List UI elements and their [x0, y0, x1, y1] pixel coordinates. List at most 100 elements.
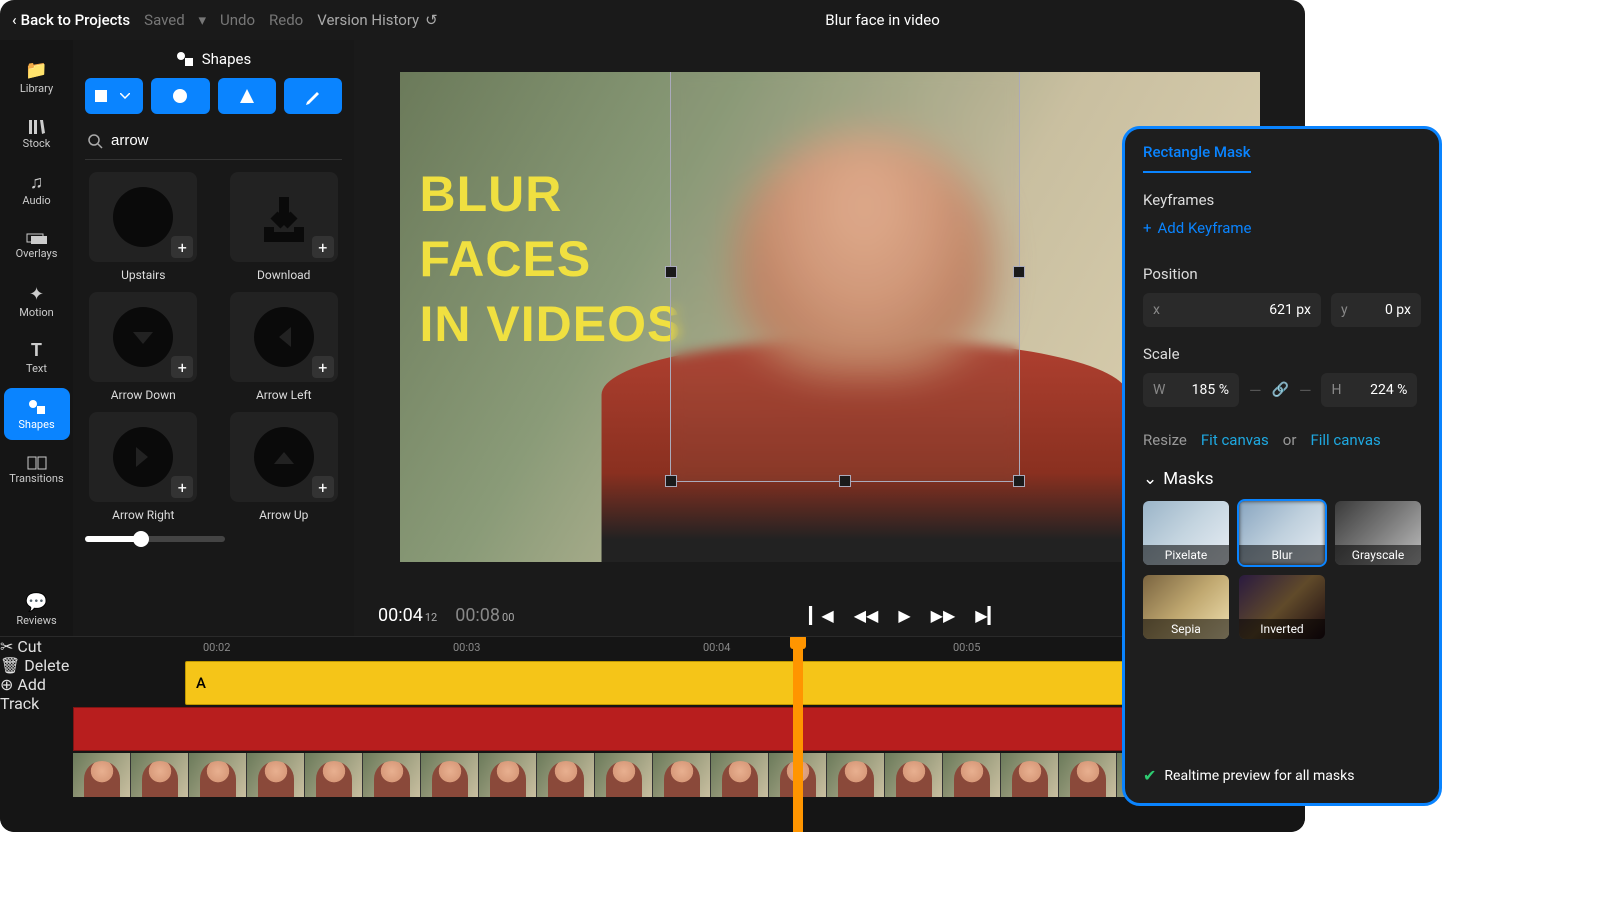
- shape-rectangle-button[interactable]: [85, 78, 143, 114]
- chat-icon: 💬: [25, 594, 47, 612]
- position-x-input[interactable]: x 621 px: [1143, 293, 1321, 327]
- shapes-icon: [176, 51, 194, 67]
- add-icon[interactable]: +: [312, 356, 334, 378]
- add-icon[interactable]: +: [171, 236, 193, 258]
- undo-button[interactable]: Undo: [220, 11, 255, 29]
- nav-shapes[interactable]: Shapes: [4, 388, 70, 440]
- timeline: ✂ Cut 🗑 Delete ⊕ Add Track 00:02 00:03 0…: [0, 636, 1305, 832]
- nav-label: Text: [26, 362, 47, 375]
- nav-motion[interactable]: ✦ Motion: [4, 276, 70, 328]
- shape-item-arrow-up[interactable]: + Arrow Up: [226, 412, 343, 522]
- add-icon[interactable]: +: [312, 476, 334, 498]
- mask-type-label: Pixelate: [1143, 545, 1229, 565]
- resize-handle[interactable]: [1013, 266, 1025, 278]
- folder-icon: 📁: [25, 62, 47, 80]
- scissors-icon: ✂: [0, 637, 13, 656]
- playhead[interactable]: [793, 637, 803, 832]
- resize-handle[interactable]: [665, 266, 677, 278]
- add-icon[interactable]: +: [171, 476, 193, 498]
- nav-reviews[interactable]: 💬 Reviews: [4, 584, 70, 636]
- mask-type-inverted[interactable]: Inverted: [1239, 575, 1325, 639]
- shape-item-upstairs[interactable]: + Upstairs: [85, 172, 202, 282]
- ruler-tick: 00:05: [953, 641, 980, 654]
- chevron-down-icon: ⌄: [1143, 469, 1157, 489]
- resize-handle[interactable]: [1013, 475, 1025, 487]
- mask-type-blur[interactable]: Blur: [1239, 501, 1325, 565]
- add-track-button[interactable]: ⊕ Add Track: [0, 675, 73, 713]
- rewind-button[interactable]: ◀◀: [854, 606, 879, 625]
- mask-selection-rect[interactable]: [670, 72, 1020, 482]
- timeline-ruler[interactable]: 00:02 00:03 00:04 00:05: [73, 637, 1305, 661]
- fill-canvas-button[interactable]: Fill canvas: [1310, 431, 1380, 449]
- track-text[interactable]: A: [73, 661, 1305, 705]
- keyframes-title: Keyframes: [1143, 191, 1421, 209]
- resize-handle[interactable]: [665, 475, 677, 487]
- mask-clip[interactable]: [73, 707, 1305, 751]
- cut-button[interactable]: ✂ Cut: [0, 637, 73, 656]
- mask-type-label: Grayscale: [1335, 545, 1421, 565]
- chevron-down-icon[interactable]: [114, 93, 136, 99]
- scale-w-input[interactable]: W 185 %: [1143, 373, 1239, 407]
- position-title: Position: [1143, 265, 1421, 283]
- nav-transitions[interactable]: Transitions: [4, 444, 70, 496]
- topbar: ‹ Back to Projects Saved ▾ Undo Redo Ver…: [0, 0, 1305, 40]
- nav-stock[interactable]: Stock: [4, 108, 70, 160]
- position-y-input[interactable]: y 0 px: [1331, 293, 1421, 327]
- fit-canvas-button[interactable]: Fit canvas: [1201, 431, 1269, 449]
- ruler-tick: 00:02: [203, 641, 230, 654]
- back-to-projects[interactable]: ‹ Back to Projects: [12, 11, 130, 29]
- shape-item-arrow-down[interactable]: + Arrow Down: [85, 292, 202, 402]
- scale-h-input[interactable]: H 224 %: [1321, 373, 1417, 407]
- nav-text[interactable]: T Text: [4, 332, 70, 384]
- mask-type-grayscale[interactable]: Grayscale: [1335, 501, 1421, 565]
- masks-section-header[interactable]: ⌄ Masks: [1143, 469, 1421, 489]
- shape-triangle-button[interactable]: [218, 78, 276, 114]
- shape-pen-button[interactable]: [284, 78, 342, 114]
- video-clip[interactable]: [73, 753, 1305, 797]
- chevron-down-icon: ▾: [198, 11, 206, 29]
- nav-label: Shapes: [18, 418, 54, 431]
- mask-type-pixelate[interactable]: Pixelate: [1143, 501, 1229, 565]
- realtime-preview-toggle[interactable]: ✔ Realtime preview for all masks: [1143, 766, 1421, 785]
- add-icon[interactable]: +: [312, 236, 334, 258]
- link-icon[interactable]: 🔗: [1272, 382, 1289, 398]
- add-track-icon: ⊕: [0, 675, 13, 694]
- text-icon: T: [31, 342, 42, 360]
- saved-status[interactable]: Saved ▾: [144, 11, 206, 29]
- thumbnail-size-slider[interactable]: [85, 536, 225, 542]
- search-icon: [87, 133, 103, 149]
- add-icon[interactable]: +: [171, 356, 193, 378]
- nav-label: Motion: [19, 306, 54, 319]
- mask-panel-tab[interactable]: Rectangle Mask: [1143, 143, 1251, 173]
- nav-library[interactable]: 📁 Library: [4, 52, 70, 104]
- version-history-button[interactable]: Version History ↺: [317, 11, 438, 29]
- nav-overlays[interactable]: Overlays: [4, 220, 70, 272]
- forward-button[interactable]: ▶▶: [931, 606, 956, 625]
- shape-item-arrow-right[interactable]: + Arrow Right: [85, 412, 202, 522]
- back-label: Back to Projects: [21, 11, 131, 29]
- redo-button[interactable]: Redo: [269, 11, 303, 29]
- search-input[interactable]: [111, 132, 340, 149]
- shape-circle-button[interactable]: [151, 78, 209, 114]
- track-video[interactable]: [73, 753, 1305, 797]
- ruler-tick: 00:04: [703, 641, 730, 654]
- mask-type-sepia[interactable]: Sepia: [1143, 575, 1229, 639]
- music-icon: ♫: [30, 174, 44, 192]
- total-time: 00:08 00: [455, 605, 514, 626]
- shape-item-download[interactable]: + Download: [226, 172, 343, 282]
- nav-label: Stock: [23, 137, 51, 150]
- prev-clip-button[interactable]: ▎◀: [809, 606, 834, 625]
- next-clip-button[interactable]: ▶▎: [975, 606, 1000, 625]
- resize-handle[interactable]: [839, 475, 851, 487]
- current-time: 00:04 12: [378, 605, 437, 626]
- delete-button[interactable]: 🗑 Delete: [0, 656, 73, 675]
- track-mask[interactable]: [73, 707, 1305, 751]
- add-keyframe-button[interactable]: + Add Keyframe: [1143, 219, 1421, 237]
- nav-audio[interactable]: ♫ Audio: [4, 164, 70, 216]
- or-label: or: [1283, 431, 1297, 449]
- nav-label: Transitions: [9, 472, 63, 485]
- play-button[interactable]: ▶: [898, 606, 910, 625]
- shape-item-arrow-left[interactable]: + Arrow Left: [226, 292, 343, 402]
- shape-item-label: Arrow Right: [112, 508, 174, 522]
- motion-icon: ✦: [29, 286, 44, 304]
